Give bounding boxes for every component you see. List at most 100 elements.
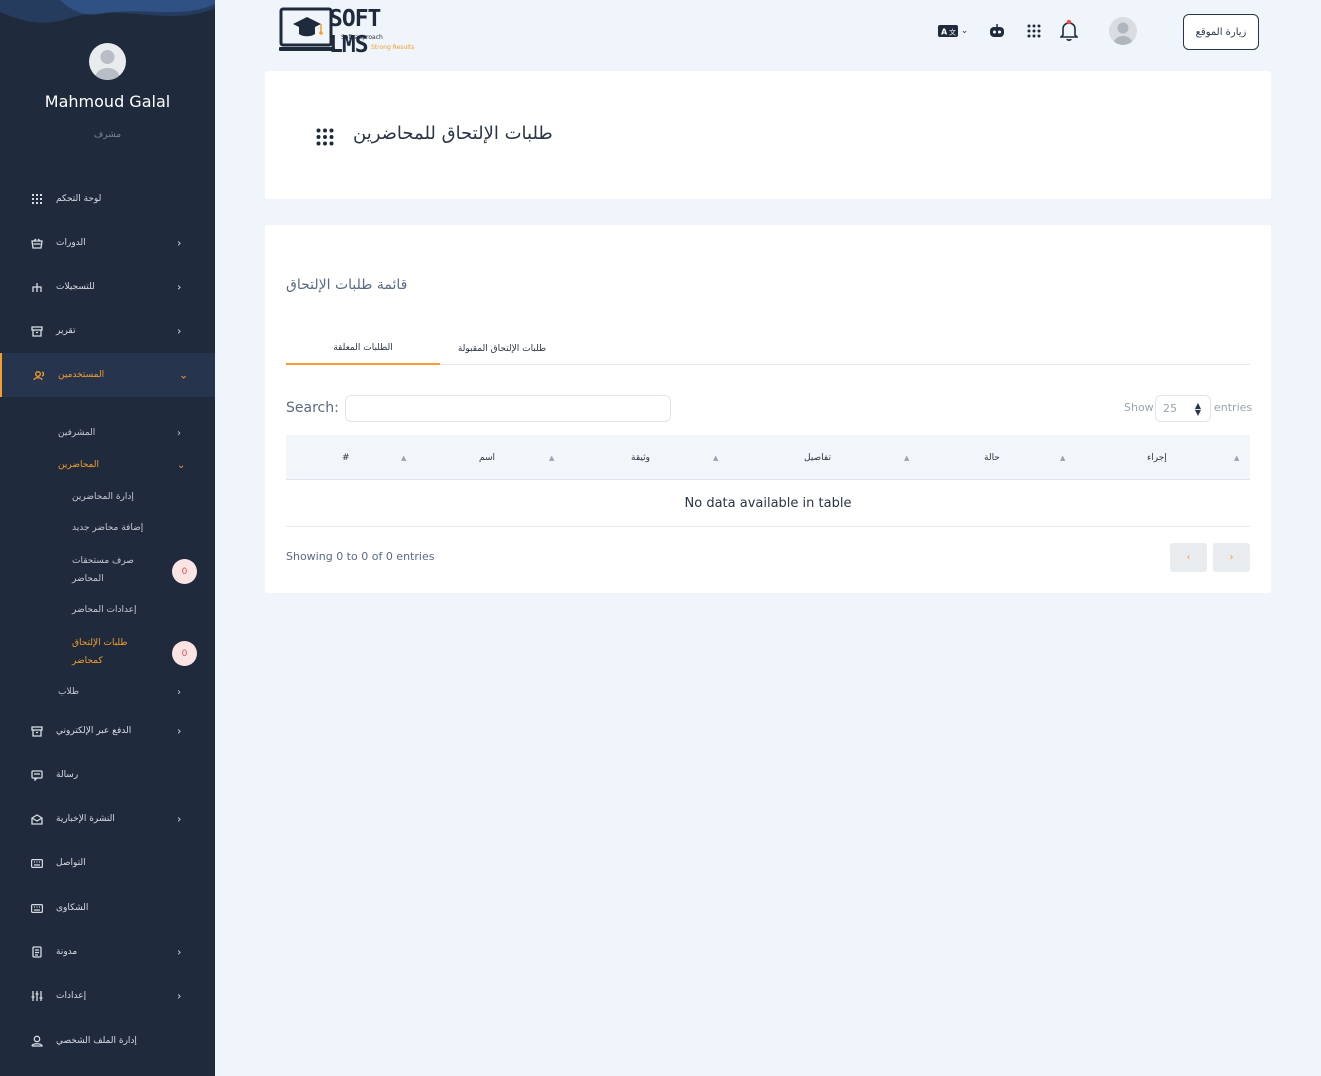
sidebar-subitem-label: المحاضرين	[58, 460, 99, 470]
sidebar-item-label: الدفع عبر الإلكتروني	[56, 726, 132, 736]
sidebar-item-label: النشرة الإخبارية	[56, 814, 115, 824]
keyboard-icon	[31, 902, 43, 914]
archive-icon	[31, 725, 43, 737]
column-header-name[interactable]: اسم	[479, 435, 495, 480]
sidebar-item-supervisors[interactable]: المشرفين ›	[0, 425, 215, 441]
sidebar-item-lecturers[interactable]: المحاضرين ⌄	[0, 457, 215, 473]
logo-tagline: Strong Results	[371, 44, 415, 51]
header-avatar[interactable]	[1109, 17, 1137, 45]
column-header-index[interactable]: #	[342, 435, 350, 480]
chevron-right-icon: ›	[177, 427, 181, 439]
sidebar-item-profile[interactable]: إدارة الملف الشخصي	[0, 1019, 215, 1063]
sidebar-item-e-payment[interactable]: الدفع عبر الإلكتروني ›	[0, 709, 215, 753]
sidebar-item-lecturer-settings[interactable]: إعدادات المحاضر	[0, 601, 215, 619]
sidebar-item-students[interactable]: طلاب ›	[0, 684, 215, 700]
sort-icon[interactable]: ▲	[1060, 435, 1065, 480]
tab-pending-requests[interactable]: الطلبات المعلقة	[286, 333, 440, 365]
table-empty-row: No data available in table	[286, 480, 1250, 527]
user-name: Mahmoud Galal	[44, 92, 171, 111]
sidebar-item-newsletter[interactable]: النشرة الإخبارية ›	[0, 797, 215, 841]
visit-site-button[interactable]: زيارة الموقع	[1183, 14, 1259, 50]
chevron-right-icon: ›	[177, 280, 182, 294]
sidebar-item-users[interactable]: المستخدمين ⌄	[0, 353, 215, 397]
bell-icon[interactable]	[1058, 18, 1080, 42]
search-input[interactable]	[345, 395, 671, 422]
mail-open-icon	[31, 813, 43, 825]
chevron-right-icon: ›	[177, 236, 182, 250]
sidebar-subitem-label: صرف مستحقات المحاضر	[72, 556, 134, 584]
sidebar-item-contact[interactable]: التواصل	[0, 841, 215, 885]
keyboard-icon	[31, 857, 43, 869]
sort-icon[interactable]: ▲	[904, 435, 909, 480]
sidebar: Mahmoud Galal مشرف لوحة التحكم الدورات ›…	[0, 0, 215, 1076]
top-header: SOFT LMS Soft approach Strong Results A文…	[215, 0, 1321, 64]
list-title: قائمة طلبات الإلتحاق	[286, 277, 408, 293]
grid-icon	[31, 193, 43, 205]
translate-icon: A文	[937, 22, 958, 41]
column-header-document[interactable]: وثيقة	[631, 435, 650, 480]
sidebar-subitem-label: إدارة المحاضرين	[72, 492, 134, 502]
sidebar-item-registrations[interactable]: للتسجيلات ›	[0, 265, 215, 309]
next-page-button[interactable]: ›	[1213, 543, 1250, 572]
sliders-icon	[31, 990, 43, 1002]
entries-label: entries	[1214, 401, 1253, 414]
sidebar-item-label: الدورات	[56, 238, 86, 248]
sidebar-subitem-label: المشرفين	[58, 428, 96, 438]
sidebar-item-label: لوحة التحكم	[56, 194, 102, 204]
sort-icon[interactable]: ▲	[713, 435, 718, 480]
page-size-value: 25	[1163, 402, 1177, 415]
sidebar-item-label: التواصل	[56, 858, 86, 868]
page-size-select[interactable]: 25 ▲ ▼	[1155, 395, 1211, 422]
sidebar-item-settings[interactable]: إعدادات ›	[0, 974, 215, 1018]
archive-icon	[31, 325, 43, 337]
language-switcher[interactable]: A文 ⌄	[936, 22, 970, 40]
column-header-status[interactable]: حالة	[984, 435, 1000, 480]
svg-text:文: 文	[949, 27, 956, 36]
chevron-right-icon: ›	[177, 324, 182, 338]
sidebar-item-message[interactable]: رسالة	[0, 753, 215, 797]
sidebar-item-label: مدونة	[56, 947, 78, 957]
sidebar-item-complaints[interactable]: الشكاوى	[0, 886, 215, 930]
previous-page-button[interactable]: ‹	[1170, 543, 1207, 572]
apps-grid-icon[interactable]	[1024, 22, 1044, 40]
avatar[interactable]	[89, 43, 126, 80]
sidebar-item-label: إعدادات	[56, 991, 87, 1001]
sitemap-icon	[31, 281, 43, 293]
sidebar-item-courses[interactable]: الدورات ›	[0, 221, 215, 265]
message-icon	[31, 769, 43, 781]
sort-icon[interactable]: ▲	[549, 435, 554, 480]
tab-accepted-requests[interactable]: طلبات الإلتحاق المقبولة	[440, 333, 564, 365]
apps-grid-icon	[316, 128, 334, 150]
notebook-icon	[31, 946, 43, 958]
chevron-down-icon: ⌄	[960, 26, 969, 36]
chevron-down-icon: ⌄	[177, 459, 186, 471]
sort-icon[interactable]: ▲	[401, 435, 406, 480]
column-header-action[interactable]: إجراء	[1147, 435, 1167, 480]
requests-list-card: قائمة طلبات الإلتحاق الطلبات المعلقة طلب…	[265, 225, 1271, 593]
sidebar-item-lecturer-payouts[interactable]: صرف مستحقات المحاضر 0	[0, 551, 215, 589]
sidebar-subitem-label: طلبات الإلتحاق كمحاضر	[72, 638, 128, 666]
column-header-details[interactable]: تفاصيل	[804, 435, 831, 480]
sidebar-item-blog[interactable]: مدونة ›	[0, 930, 215, 974]
sidebar-item-manage-lecturers[interactable]: إدارة المحاضرين	[0, 488, 215, 506]
sidebar-item-label: رسالة	[56, 770, 79, 780]
chevron-right-icon: ›	[177, 945, 182, 959]
sidebar-subitem-label: طلاب	[58, 687, 80, 697]
sidebar-item-add-lecturer[interactable]: إضافة محاضر جديد	[0, 519, 215, 537]
user-role: مشرف	[93, 130, 122, 140]
robot-icon[interactable]	[987, 22, 1007, 40]
logo[interactable]: SOFT LMS Soft approach Strong Results	[279, 6, 429, 58]
sidebar-item-label: الشكاوى	[56, 903, 89, 913]
sidebar-item-dashboard[interactable]: لوحة التحكم	[0, 177, 215, 221]
sidebar-item-label: للتسجيلات	[56, 282, 95, 292]
sidebar-item-label: تقرير	[56, 326, 76, 336]
table-header: # ▲ اسم ▲ وثيقة ▲ تفاصيل ▲ حالة ▲ إجراء …	[286, 435, 1250, 480]
sort-icon[interactable]: ▲	[1234, 435, 1239, 480]
sidebar-item-report[interactable]: تقرير ›	[0, 309, 215, 353]
svg-text:A: A	[941, 27, 948, 36]
show-label: Show	[1124, 401, 1154, 414]
sidebar-subitem-label: إضافة محاضر جديد	[72, 523, 144, 533]
chevron-down-icon: ⌄	[179, 368, 189, 382]
chevron-right-icon: ›	[177, 989, 182, 1003]
sidebar-item-join-requests[interactable]: طلبات الإلتحاق كمحاضر 0	[0, 633, 215, 671]
